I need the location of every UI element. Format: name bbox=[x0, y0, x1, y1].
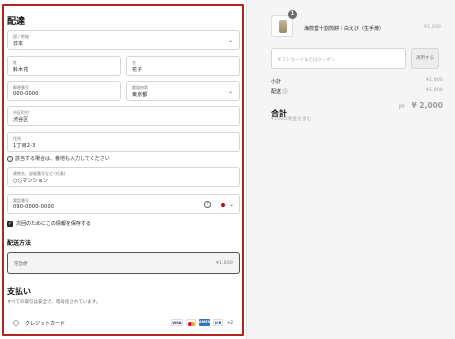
first-name-field[interactable]: 名 花子 bbox=[126, 56, 240, 76]
last-name-value: 鈴木花 bbox=[13, 67, 29, 73]
chevron-down-icon: ⌄ bbox=[227, 88, 233, 95]
product-name: 海煎堂十割煎餅｜白えび（生手焼） bbox=[304, 26, 385, 32]
jcb-icon: JCB bbox=[213, 319, 223, 326]
first-name-value: 花子 bbox=[132, 67, 143, 73]
checkout-form: 配達 国 / 地域 日本 ⌄ 姓 鈴木花 名 花子 郵便番号 000-0000 … bbox=[0, 0, 246, 339]
chevron-down-icon: ⌄ bbox=[228, 201, 234, 208]
shipping-row: 配送 ⓘ ¥1,000 bbox=[271, 88, 443, 95]
postal-code-value: 000-0000 bbox=[13, 91, 39, 97]
country-value: 日本 bbox=[13, 41, 24, 47]
last-name-field[interactable]: 姓 鈴木花 bbox=[7, 56, 121, 76]
building-value: ○○マンション bbox=[13, 178, 49, 184]
amex-icon: AMEX bbox=[199, 319, 211, 326]
shipping-label: 配送 ⓘ bbox=[271, 89, 288, 95]
prefecture-value: 東京都 bbox=[132, 92, 148, 98]
subtotal-value: ¥1,000 bbox=[426, 78, 443, 83]
country-flag-icon[interactable] bbox=[221, 203, 225, 207]
product-price: ¥1,000 bbox=[424, 25, 441, 30]
address-value: 1丁目2-3 bbox=[13, 143, 36, 149]
card-brands: VISA AMEX JCB +2 bbox=[171, 319, 234, 326]
subtotal-row: 小計 ¥1,000 bbox=[271, 78, 443, 85]
shipping-option-name: 宅急便 bbox=[14, 262, 28, 267]
check-icon: ✓ bbox=[7, 220, 13, 227]
discount-placeholder: ギフトカードまたはクーポン bbox=[277, 58, 336, 63]
more-brands-label: +2 bbox=[227, 320, 233, 325]
save-info-label: 次回のためにこの情報を保存する bbox=[16, 221, 91, 227]
help-icon[interactable]: ? bbox=[204, 201, 211, 208]
payment-subtitle: すべての取引は安全で、暗号化されています。 bbox=[7, 300, 101, 305]
shipping-option-price: ¥1,000 bbox=[216, 261, 233, 266]
address-field[interactable]: 住所 1丁目2-3 bbox=[7, 132, 240, 152]
payment-title: 支払い bbox=[7, 287, 31, 296]
apply-button[interactable]: 適用する bbox=[411, 48, 439, 69]
postal-code-field[interactable]: 郵便番号 000-0000 bbox=[7, 81, 121, 101]
building-field[interactable]: 建物名、部屋番号など (任意) ○○マンション bbox=[7, 167, 240, 187]
credit-card-option[interactable]: クレジットカード VISA AMEX JCB +2 bbox=[7, 314, 240, 334]
credit-card-label: クレジットカード bbox=[25, 321, 66, 327]
phone-field[interactable]: 電話番号 090-0000-0000 ? ⌄ bbox=[7, 194, 240, 214]
chevron-down-icon: ⌄ bbox=[227, 37, 233, 44]
quantity-badge: 1 bbox=[288, 10, 297, 19]
currency-label: JPY bbox=[399, 104, 405, 109]
address-note: i 該当する場合は、番地も入力してください bbox=[7, 155, 110, 162]
total-value: ¥ 2,000 bbox=[411, 101, 443, 110]
radio-button[interactable] bbox=[13, 320, 19, 326]
phone-value: 090-0000-0000 bbox=[13, 204, 55, 210]
mastercard-icon bbox=[186, 319, 196, 326]
subtotal-label: 小計 bbox=[271, 79, 282, 85]
product-image bbox=[279, 20, 287, 33]
shipping-method-title: 配送方法 bbox=[7, 240, 32, 247]
address-note-text: 該当する場合は、番地も入力してください bbox=[15, 156, 110, 162]
order-summary: 1 海煎堂十割煎餅｜白えび（生手焼） ¥1,000 ギフトカードまたはクーポン … bbox=[246, 0, 455, 339]
shipping-value: ¥1,000 bbox=[426, 88, 443, 93]
info-icon: i bbox=[7, 155, 13, 162]
visa-icon: VISA bbox=[171, 319, 183, 326]
tax-note: ¥100の税金を含む bbox=[271, 117, 312, 122]
save-info-checkbox[interactable]: ✓ 次回のためにこの情報を保存する bbox=[7, 220, 91, 227]
country-select[interactable]: 国 / 地域 日本 ⌄ bbox=[7, 30, 240, 50]
city-value: 渋谷区 bbox=[13, 117, 29, 123]
prefecture-select[interactable]: 都道府県 東京都 ⌄ bbox=[126, 81, 240, 101]
delivery-title: 配達 bbox=[7, 17, 26, 27]
city-field[interactable]: 市区町村 渋谷区 bbox=[7, 106, 240, 126]
shipping-option[interactable]: 宅急便 ¥1,000 bbox=[7, 252, 240, 274]
discount-code-input[interactable]: ギフトカードまたはクーポン bbox=[271, 48, 406, 69]
